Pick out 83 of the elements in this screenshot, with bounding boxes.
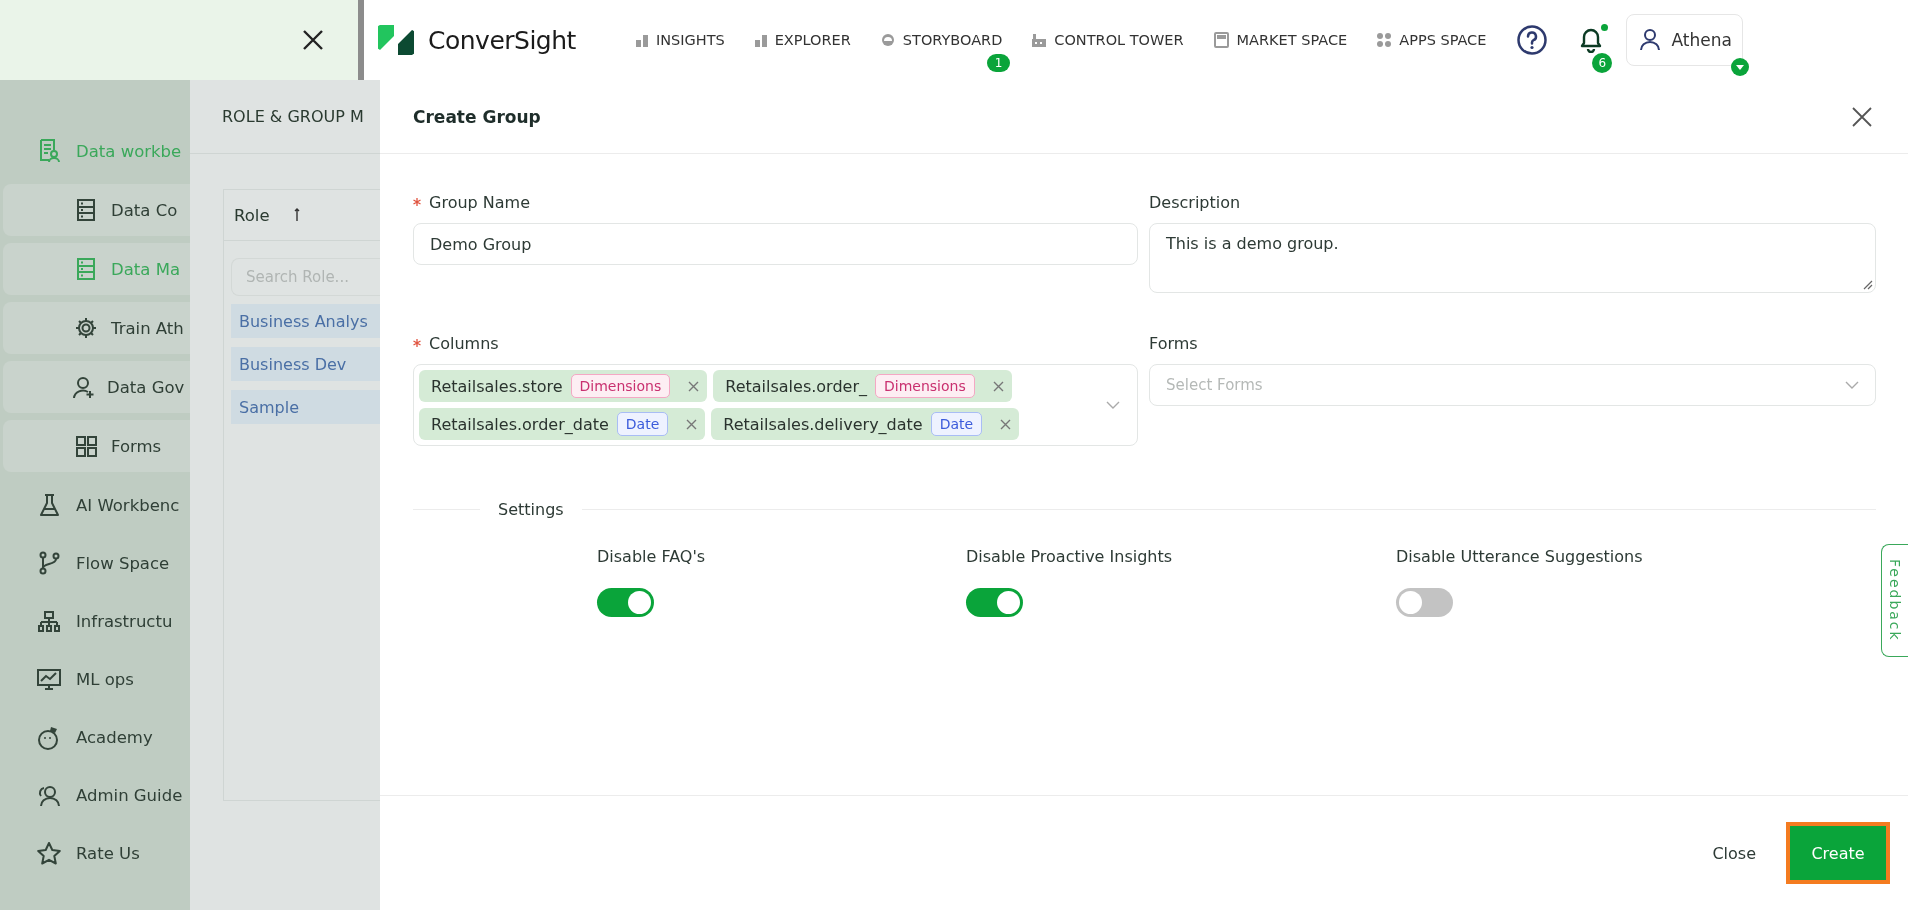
chevron-down-icon (1106, 401, 1120, 409)
count-badge: 1 (986, 54, 1011, 72)
sidebar-item[interactable]: Flow Space (0, 534, 190, 592)
bar-chart-icon (635, 33, 648, 47)
apps-icon (1377, 33, 1392, 47)
database-icon (77, 199, 95, 221)
toggle-switch[interactable] (966, 588, 1023, 617)
role-row[interactable]: Business Analys (231, 304, 380, 338)
resize-grip-icon (1863, 280, 1873, 290)
sidebar-item[interactable]: Rate Us (0, 824, 190, 882)
remove-icon[interactable] (686, 418, 698, 430)
modal-title: Create Group (413, 106, 541, 127)
database-icon (77, 258, 95, 280)
sort-icon (293, 207, 302, 223)
placeholder-text: Select Forms (1166, 376, 1263, 394)
count-badge: 6 (1592, 53, 1613, 73)
mascot-icon (37, 724, 61, 750)
sidebar-item[interactable]: Data Co (3, 184, 190, 236)
star-icon (37, 841, 61, 865)
column-name: Retailsales.order_date (431, 414, 609, 434)
type-tag: Date (930, 412, 983, 436)
store-icon (1213, 32, 1229, 48)
nav-link[interactable]: CONTROL TOWER (1032, 32, 1184, 48)
toggle-switch[interactable] (1396, 588, 1453, 617)
column-name: Retailsales.store (431, 376, 563, 396)
gauge-icon (880, 33, 895, 47)
sidebar-item[interactable]: Data Gov (3, 361, 190, 413)
text-area[interactable]: This is a demo group. (1149, 223, 1876, 293)
bar-chart-icon (754, 33, 767, 47)
nav-link[interactable]: EXPLORER (754, 32, 851, 48)
gear-icon (75, 317, 97, 339)
remove-icon[interactable] (688, 380, 700, 392)
document-icon (38, 139, 60, 163)
caret-icon[interactable] (1730, 58, 1749, 76)
close-icon[interactable] (1852, 106, 1872, 127)
type-tag: Dimensions (570, 374, 671, 398)
grid-icon (75, 435, 97, 457)
role-row[interactable]: Business Dev (231, 347, 380, 381)
remove-icon[interactable] (992, 380, 1004, 392)
type-tag: Date (616, 412, 669, 436)
users-icon (38, 783, 60, 807)
building-icon (1032, 33, 1047, 47)
remove-icon[interactable] (1000, 418, 1012, 430)
toggle-label: Disable FAQ's (597, 547, 707, 566)
user-icon (1639, 28, 1662, 52)
field-label: Description (1149, 192, 1241, 212)
sidebar-item[interactable]: Train Ath (3, 302, 190, 354)
line-chart-icon (37, 668, 61, 690)
help-icon[interactable] (1516, 24, 1549, 56)
column-name: Retailsales.delivery_date (723, 414, 923, 434)
column-header: Role (234, 205, 270, 225)
sidebar-item[interactable]: AI Workbenc (0, 476, 190, 534)
hierarchy-icon (38, 610, 60, 632)
sidebar-item[interactable]: Academy (0, 708, 190, 766)
branch-icon (38, 551, 60, 575)
close-button[interactable]: Close (1706, 842, 1762, 864)
field-value: This is a demo group. (1166, 234, 1339, 253)
close-icon (302, 29, 324, 51)
user-menu[interactable]: Athena (1626, 14, 1743, 66)
sidebar-item[interactable]: Forms (3, 420, 190, 472)
toggle-label: Disable Proactive Insights (966, 547, 1174, 566)
role-row[interactable]: Sample (231, 390, 380, 424)
nav-link[interactable]: APPS SPACE (1377, 32, 1487, 48)
field-label: Forms (1149, 333, 1198, 353)
nav-link[interactable]: MARKET SPACE (1213, 32, 1348, 48)
multi-select-field[interactable]: Retailsales.store Dimensions Retailsales.order_ Dimensions Retailsales.order_date Date Retailsales.delivery_date Date (413, 364, 1138, 446)
input-field[interactable]: Demo Group (413, 223, 1138, 265)
type-tag: Dimensions (875, 374, 975, 398)
flask-icon (38, 494, 60, 516)
chevron-down-icon (1845, 381, 1859, 389)
sidebar-item[interactable]: Infrastructu (0, 592, 190, 650)
sidebar-item[interactable]: ML ops (0, 650, 190, 708)
logo-text: ConverSight (428, 25, 576, 55)
toggle-label: Disable Utterance Suggestions (1396, 547, 1644, 566)
toggle-switch[interactable] (597, 588, 654, 617)
field-label: Group Name (429, 192, 530, 212)
user-plus-icon (73, 375, 95, 399)
nav-link[interactable]: INSIGHTS (635, 32, 725, 48)
logo-icon (378, 22, 414, 58)
section-title: Settings (498, 500, 564, 519)
sidebar-item[interactable]: Admin Guide (0, 766, 190, 824)
column-name: Retailsales.order_ (725, 376, 867, 396)
field-label: Columns (429, 333, 499, 353)
